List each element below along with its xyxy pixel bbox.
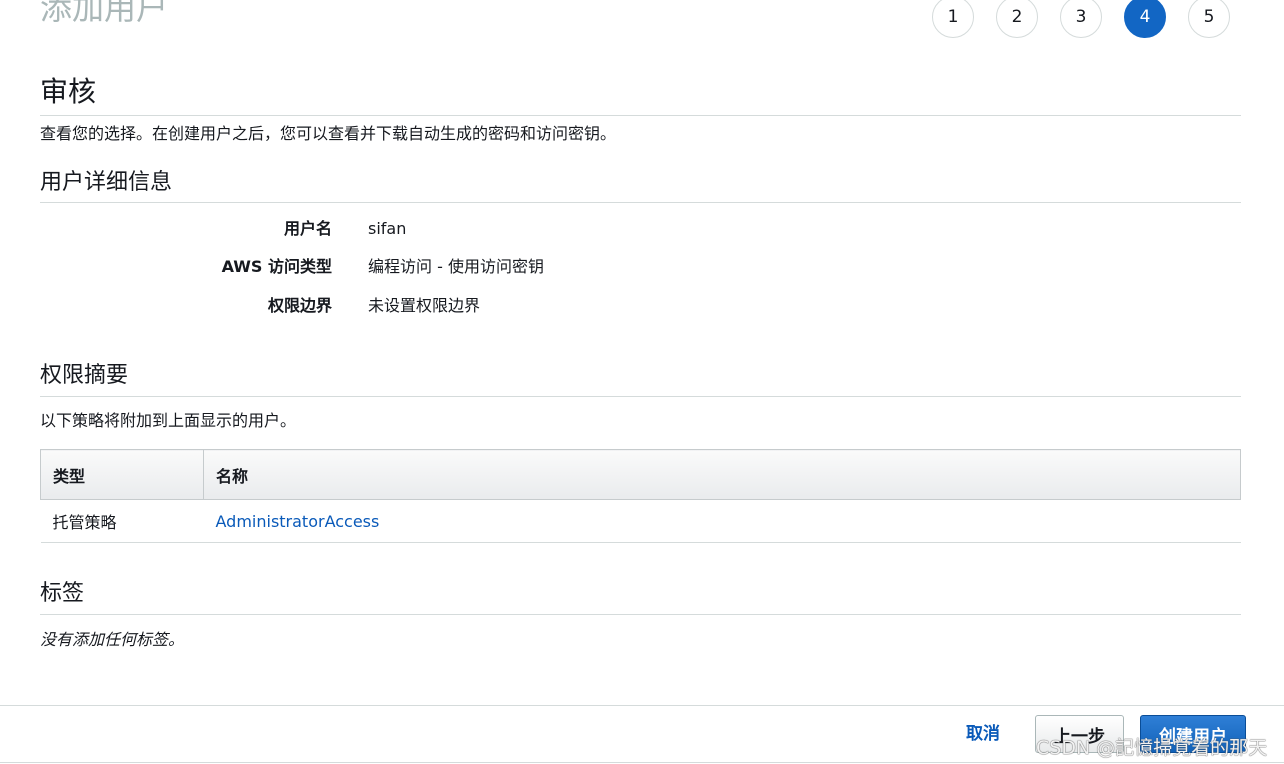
tags-section: 标签 没有添加任何标签。: [40, 580, 1241, 651]
divider: [40, 614, 1241, 615]
step-1[interactable]: 1: [932, 0, 974, 38]
step-5: 5: [1188, 0, 1230, 38]
detail-value: 未设置权限边界: [368, 296, 481, 315]
detail-label: 权限边界: [267, 296, 332, 315]
divider: [40, 396, 1241, 397]
cancel-button[interactable]: 取消: [966, 722, 1000, 746]
permissions-heading: 权限摘要: [40, 363, 129, 388]
page-title: 添加用户: [40, 0, 169, 27]
permissions-description: 以下策略将附加到上面显示的用户。: [40, 411, 297, 430]
wizard-steps: 1 2 3 4 5: [932, 0, 1230, 38]
divider: [40, 202, 1241, 203]
review-description: 查看您的选择。在创建用户之后，您可以查看并下载自动生成的密码和访问密钥。: [40, 124, 617, 143]
policy-name-cell: AdministratorAccess: [203, 499, 1241, 543]
user-details-heading: 用户详细信息: [40, 170, 173, 195]
user-details-list: 用户名 sifan AWS 访问类型 编程访问 - 使用访问密钥 权限边界 未设…: [40, 218, 1241, 328]
detail-label: AWS 访问类型: [221, 257, 332, 276]
table-header-row: 类型 名称: [40, 449, 1241, 500]
detail-label: 用户名: [283, 219, 332, 238]
create-user-button[interactable]: 创建用户: [1140, 715, 1246, 753]
permissions-table-wrap: 类型 名称 托管策略 AdministratorAccess: [40, 449, 1241, 543]
review-section: 审核 查看您的选择。在创建用户之后，您可以查看并下载自动生成的密码和访问密钥。: [40, 74, 1241, 145]
policy-link[interactable]: AdministratorAccess: [216, 512, 380, 531]
policy-type-cell: 托管策略: [40, 499, 204, 543]
footer-bottom-divider: [0, 762, 1284, 763]
permissions-section: 权限摘要 以下策略将附加到上面显示的用户。: [40, 362, 1241, 432]
user-details-section: 用户详细信息: [40, 169, 1241, 203]
divider: [40, 115, 1241, 116]
detail-value: sifan: [368, 219, 407, 238]
column-header-type[interactable]: 类型: [40, 449, 204, 500]
previous-button[interactable]: 上一步: [1035, 715, 1124, 753]
step-2[interactable]: 2: [996, 0, 1038, 38]
step-4-current: 4: [1124, 0, 1166, 38]
table-row: 托管策略 AdministratorAccess: [40, 499, 1241, 543]
footer-divider: [0, 705, 1284, 706]
permissions-table: 类型 名称 托管策略 AdministratorAccess: [40, 449, 1241, 543]
detail-value: 编程访问 - 使用访问密钥: [368, 257, 544, 276]
column-header-name[interactable]: 名称: [203, 449, 1241, 500]
add-user-page: 添加用户 1 2 3 4 5 审核 查看您的选择。在创建用户之后，您可以查看并下…: [0, 0, 1284, 764]
tags-empty-text: 没有添加任何标签。: [40, 630, 185, 649]
review-heading: 审核: [40, 75, 97, 108]
tags-heading: 标签: [40, 581, 85, 606]
step-3[interactable]: 3: [1060, 0, 1102, 38]
